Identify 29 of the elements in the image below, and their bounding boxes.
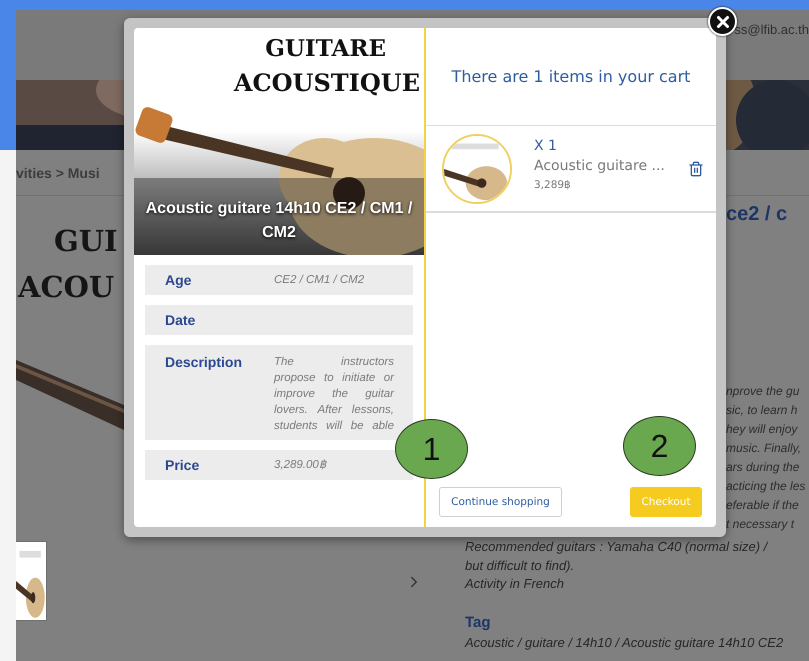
- continue-shopping-button[interactable]: Continue shopping: [439, 487, 562, 517]
- description-text: acticing the les: [726, 478, 806, 495]
- detail-value: The instructors propose to initiate or improve the guitar lovers. After lessons, students will be able: [274, 355, 394, 434]
- description-text: Activity in French: [465, 575, 565, 593]
- tag-label: Tag: [465, 612, 492, 632]
- detail-label: Description: [165, 353, 244, 371]
- description-text: sic, to learn h: [726, 402, 798, 419]
- description-text: but difficult to find).: [465, 556, 576, 575]
- account-email: ss@lfib.ac.th: [734, 22, 809, 37]
- tag-list: Acoustic / guitare / 14h10 / Acoustic guitare 14h10 CE2: [465, 634, 809, 652]
- detail-value: 3,289.00฿: [274, 458, 328, 473]
- detail-label: Date: [165, 311, 196, 329]
- description-text: Recommended guitars : Yamaha C40 (normal size) /: [465, 538, 770, 556]
- logo-text: ACOU: [16, 269, 116, 306]
- description-text: hey will enjoy: [726, 421, 799, 438]
- breadcrumb: vities > Musi: [16, 164, 100, 180]
- logo-text: GUI: [53, 223, 119, 260]
- description-text: music. Finally,: [726, 440, 802, 457]
- description-text: nprove the gu: [726, 383, 800, 400]
- item-name: Acoustic guitare ...: [534, 156, 666, 176]
- product-title: ce2 / c: [726, 202, 788, 226]
- item-price: 3,289฿: [534, 178, 572, 192]
- detail-value: CE2 / CM1 / CM2: [274, 273, 366, 288]
- description-text: eferable if the: [726, 497, 800, 514]
- trash-icon[interactable]: [688, 160, 704, 176]
- description-text: t necessary t: [726, 516, 796, 533]
- description-text: ars during the: [726, 459, 800, 476]
- detail-label: Age: [165, 271, 192, 289]
- detail-label: Price: [165, 456, 200, 474]
